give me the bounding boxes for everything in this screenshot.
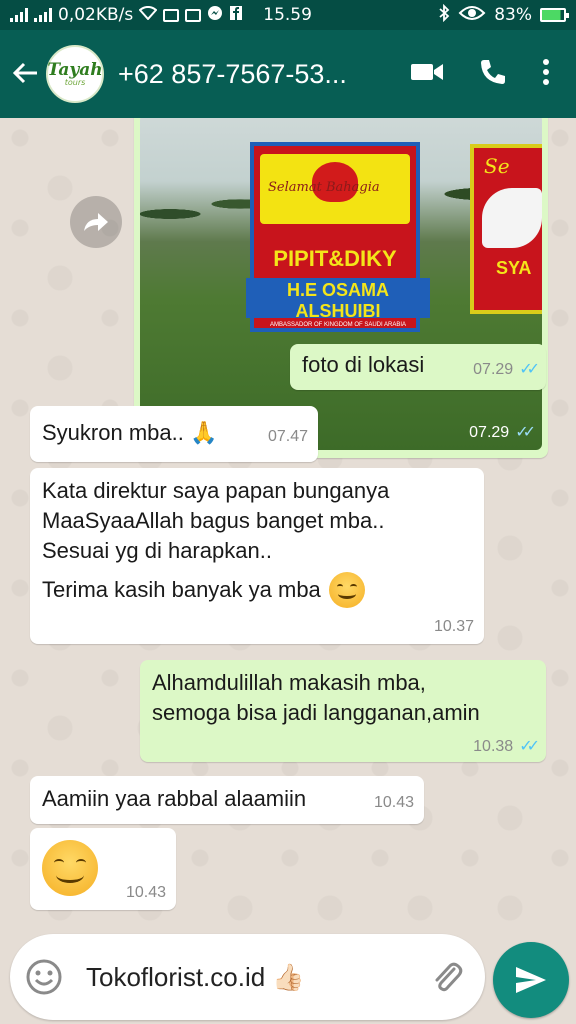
contact-name[interactable]: +62 857-7567-53... [118, 59, 368, 90]
board-sender-panel: H.E OSAMA ALSHUIBI AMBASSADOR OF KINGDOM… [246, 278, 430, 328]
message-composer: Tokoflorist.co.id 👍🏻 [10, 934, 485, 1020]
photo-time: 07.29 ✓✓ [469, 422, 536, 442]
battery-icon [540, 8, 569, 22]
second-board-top: Se [484, 154, 510, 178]
message-bubble[interactable]: Aamiin yaa rabbal alaamiin 10.43 [30, 776, 424, 824]
emoji-icon[interactable] [24, 957, 64, 997]
signal-2-icon [34, 8, 52, 22]
messenger-icon [207, 5, 223, 26]
message-time: 07.47 [267, 428, 308, 445]
youtube-icon [163, 8, 180, 22]
avatar-brand: Tayah [47, 59, 103, 80]
message-text: Alhamdulillah makasih mba, semoga bisa j… [152, 670, 480, 725]
florist-photo[interactable]: Selamat Bahagia PIPIT&DIKY H.E OSAMA ALS… [140, 118, 542, 450]
smile-emoji [42, 840, 98, 896]
smile-emoji [328, 572, 365, 608]
message-time: 10.43 [125, 884, 166, 901]
status-bar: 0,02KB/s 15.59 83% [0, 0, 576, 30]
message-bubble[interactable]: Kata direktur saya papan bunganya MaaSya… [30, 468, 484, 644]
message-bubble[interactable]: Syukron mba.. 🙏 07.47 [30, 406, 318, 462]
second-flower-board: Se SYA [470, 144, 542, 314]
message-time: 10.38 ✓✓ [473, 738, 540, 755]
send-button[interactable] [493, 942, 569, 1018]
wifi-icon [138, 5, 158, 25]
message-text: Kata direktur saya papan bunganya MaaSya… [42, 476, 389, 608]
clock: 15.59 [263, 5, 312, 25]
avatar[interactable]: Tayah tours [46, 45, 104, 103]
read-ticks-icon: ✓✓ [519, 361, 540, 378]
chat-header: Tayah tours +62 857-7567-53... [0, 30, 576, 118]
swan-icon [482, 188, 542, 248]
attach-icon[interactable] [427, 957, 467, 997]
back-arrow-icon[interactable] [4, 55, 46, 93]
message-bubble[interactable]: Alhamdulillah makasih mba, semoga bisa j… [140, 660, 546, 762]
photo-time-text: 07.29 [469, 424, 510, 441]
flower-board: Selamat Bahagia PIPIT&DIKY H.E OSAMA ALS… [246, 142, 430, 332]
second-board-bottom: SYA [496, 258, 532, 278]
gallery-icon [185, 8, 202, 22]
message-input[interactable]: Tokoflorist.co.id 👍🏻 [86, 962, 376, 993]
message-bubble[interactable]: 10.43 [30, 828, 176, 910]
eye-icon [458, 5, 486, 26]
signal-icon [10, 8, 28, 22]
message-time: 10.43 [373, 794, 414, 811]
chat-area[interactable]: Selamat Bahagia PIPIT&DIKY H.E OSAMA ALS… [0, 118, 576, 930]
facebook-icon [229, 5, 243, 26]
forward-icon[interactable] [70, 196, 122, 248]
battery-percent: 83% [494, 5, 532, 25]
message-bubble[interactable]: foto di lokasi 07.29 ✓✓ [290, 344, 546, 390]
more-vert-icon[interactable] [542, 58, 550, 90]
message-time: 07.29 ✓✓ [473, 361, 540, 378]
board-sender-sub: AMBASSADOR OF KINGDOM OF SAUDI ARABIA [269, 322, 407, 328]
phone-icon[interactable] [478, 57, 508, 91]
message-time: 10.37 [433, 618, 474, 635]
praying-hands-emoji: 🙏 [189, 420, 218, 445]
network-speed: 0,02KB/s [58, 5, 134, 25]
video-call-icon[interactable] [410, 60, 444, 88]
bluetooth-icon [438, 3, 450, 27]
thumbs-up-emoji: 👍🏻 [272, 961, 305, 992]
message-text: foto di lokasi [302, 352, 425, 377]
avatar-brand-sub: tours [64, 77, 86, 87]
read-ticks-icon: ✓✓ [515, 424, 536, 441]
message-text: Aamiin yaa rabbal alaamiin [42, 786, 307, 811]
read-ticks-icon: ✓✓ [519, 738, 540, 755]
header-actions [410, 57, 550, 91]
board-top-text: Selamat Bahagia [268, 180, 380, 195]
board-names: PIPIT&DIKY [273, 246, 397, 271]
message-text: Syukron mba.. 🙏 [42, 420, 218, 445]
status-right: 83% [438, 3, 569, 27]
send-icon [516, 967, 546, 993]
status-left: 0,02KB/s 15.59 [10, 5, 312, 26]
board-sender: H.E OSAMA ALSHUIBI [286, 280, 389, 321]
